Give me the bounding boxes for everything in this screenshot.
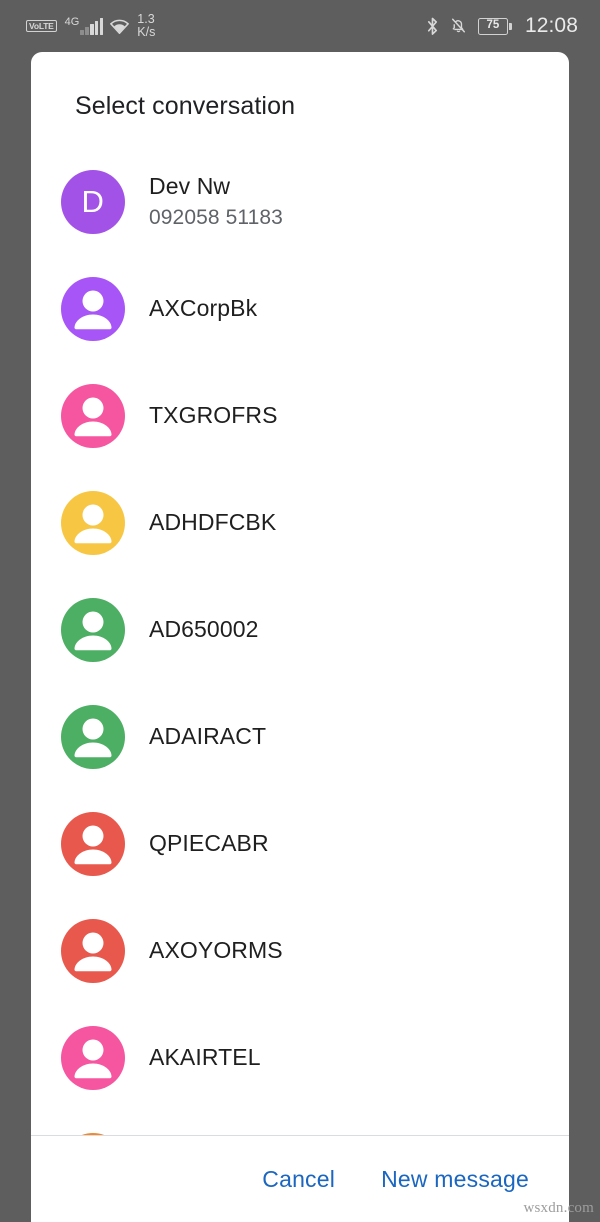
person-icon bbox=[74, 1039, 112, 1078]
conversation-row[interactable]: ADAIRACT bbox=[31, 683, 569, 790]
dialog-title: Select conversation bbox=[75, 92, 296, 120]
avatar-person-icon bbox=[61, 811, 125, 876]
conversation-row[interactable]: QPIECABR bbox=[31, 790, 569, 897]
avatar-person-icon bbox=[61, 704, 125, 769]
battery-icon: 75 bbox=[477, 17, 512, 35]
conversation-text: ADHDFCBK bbox=[149, 508, 276, 537]
bluetooth-icon bbox=[426, 17, 439, 36]
wifi-icon bbox=[110, 18, 130, 35]
conversation-row[interactable] bbox=[31, 1111, 569, 1135]
conversation-name: Dev Nw bbox=[149, 172, 231, 199]
cancel-button[interactable]: Cancel bbox=[248, 1156, 349, 1203]
avatar-initial: D bbox=[61, 169, 125, 234]
conversation-text: Dev Nw 092058 51183 bbox=[149, 172, 283, 231]
status-bar-right: 75 12:08 bbox=[426, 14, 578, 38]
conversation-list[interactable]: D Dev Nw 092058 51183 AXCorpBk TXGROFRS ADHDF… bbox=[31, 148, 569, 1135]
network-generation-label: 4G bbox=[64, 15, 80, 28]
battery-level-label: 75 bbox=[486, 19, 500, 32]
clock-label: 12:08 bbox=[524, 14, 578, 37]
conversation-text: AKAIRTEL bbox=[149, 1043, 261, 1072]
avatar-person-icon bbox=[61, 383, 125, 448]
conversation-row[interactable]: AKAIRTEL bbox=[31, 1004, 569, 1111]
conversation-text: AD650002 bbox=[149, 615, 259, 644]
avatar-person-icon bbox=[61, 276, 125, 341]
conversation-name: AXCorpBk bbox=[149, 295, 258, 322]
battery-cap bbox=[509, 22, 512, 30]
person-icon bbox=[74, 290, 112, 329]
conversation-row[interactable]: AXOYORMS bbox=[31, 897, 569, 1004]
avatar-person-icon bbox=[61, 1025, 125, 1090]
conversation-text: TXGROFRS bbox=[149, 401, 278, 430]
status-bar-left: VoLTE 4G 1.3 K/s bbox=[26, 13, 155, 39]
conversation-text: QPIECABR bbox=[149, 829, 269, 858]
avatar-letter: D bbox=[81, 184, 105, 219]
avatar-person-icon bbox=[61, 490, 125, 555]
conversation-row[interactable]: AXCorpBk bbox=[31, 255, 569, 362]
conversation-text: AXCorpBk bbox=[149, 294, 257, 323]
person-icon bbox=[74, 611, 112, 650]
volte-badge: VoLTE bbox=[26, 19, 57, 33]
conversation-name: AKAIRTEL bbox=[149, 1044, 261, 1071]
avatar-person-icon bbox=[61, 597, 125, 662]
conversation-name: QPIECABR bbox=[149, 830, 269, 857]
person-icon bbox=[74, 397, 112, 436]
avatar-person-icon bbox=[61, 918, 125, 983]
new-message-button[interactable]: New message bbox=[367, 1156, 543, 1203]
signal-bars-glyph bbox=[80, 17, 104, 35]
network-speed-unit: K/s bbox=[137, 25, 156, 39]
conversation-phone: 092058 51183 bbox=[149, 205, 283, 229]
conversation-name: ADAIRACT bbox=[149, 723, 267, 750]
person-icon bbox=[74, 825, 112, 864]
status-bar: VoLTE 4G 1.3 K/s 75 12:08 bbox=[0, 0, 600, 52]
conversation-text: ADAIRACT bbox=[149, 722, 266, 751]
select-conversation-dialog: Select conversation D Dev Nw 092058 51183 A… bbox=[31, 52, 569, 1222]
conversation-name: AD650002 bbox=[149, 616, 259, 643]
battery-body: 75 bbox=[477, 17, 508, 35]
conversation-name: ADHDFCBK bbox=[149, 509, 277, 536]
bell-muted-icon bbox=[450, 17, 467, 36]
watermark: wsxdn.com bbox=[523, 1200, 594, 1216]
conversation-row[interactable]: ADHDFCBK bbox=[31, 469, 569, 576]
person-icon bbox=[74, 932, 112, 971]
conversation-text: AXOYORMS bbox=[149, 936, 283, 965]
conversation-row[interactable]: D Dev Nw 092058 51183 bbox=[31, 148, 569, 255]
signal-bars-icon: 4G bbox=[64, 15, 104, 35]
conversation-name: TXGROFRS bbox=[149, 402, 278, 429]
network-speed-indicator: 1.3 K/s bbox=[137, 13, 155, 39]
person-icon bbox=[74, 718, 112, 757]
conversation-row[interactable]: AD650002 bbox=[31, 576, 569, 683]
dialog-footer: Cancel New message bbox=[31, 1135, 569, 1222]
person-icon bbox=[74, 504, 112, 543]
conversation-name: AXOYORMS bbox=[149, 937, 283, 964]
conversation-row[interactable]: TXGROFRS bbox=[31, 362, 569, 469]
